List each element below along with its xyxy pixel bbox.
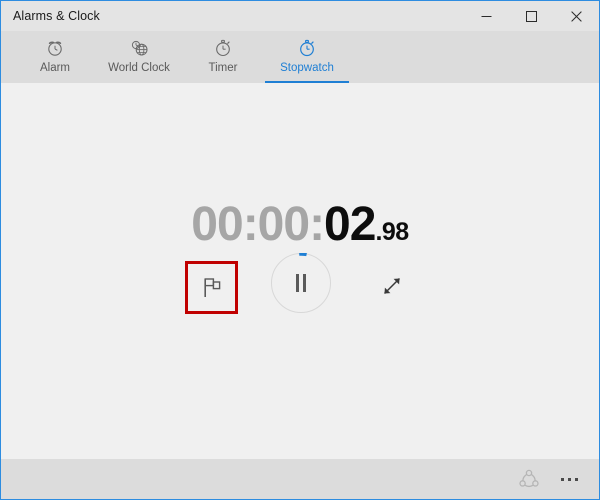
lap-button[interactable] — [185, 261, 238, 314]
tab-world-clock-label: World Clock — [108, 62, 170, 74]
tab-timer-label: Timer — [208, 62, 238, 74]
stopwatch-seconds: 02 — [324, 198, 376, 251]
window-controls — [464, 1, 599, 31]
stopwatch-hours-minutes: 00:00: — [191, 198, 325, 251]
expand-arrow-icon — [383, 277, 401, 295]
expand-button[interactable] — [375, 269, 409, 303]
tab-alarm-label: Alarm — [39, 62, 71, 74]
stopwatch-controls — [1, 253, 599, 329]
share-icon — [519, 469, 539, 487]
share-button[interactable] — [509, 463, 549, 495]
stopwatch-time-display: 00:00:02.98 — [1, 201, 599, 249]
alarm-clock-icon — [45, 37, 65, 59]
stopwatch-panel: 00:00:02.98 — [1, 83, 599, 459]
close-button[interactable] — [554, 1, 599, 31]
window-title: Alarms & Clock — [13, 9, 100, 23]
stopwatch-fraction: .98 — [375, 218, 409, 246]
tab-alarm[interactable]: Alarm — [19, 31, 91, 83]
more-options-button[interactable] — [549, 463, 589, 495]
tab-stopwatch-label: Stopwatch — [280, 62, 334, 74]
pause-button[interactable] — [271, 253, 331, 313]
stopwatch-icon — [297, 37, 317, 59]
tab-timer[interactable]: Timer — [187, 31, 259, 83]
maximize-icon — [526, 10, 537, 22]
timer-icon — [213, 37, 233, 59]
flag-icon — [203, 277, 220, 297]
pause-icon — [296, 274, 306, 292]
minimize-icon — [481, 15, 492, 17]
alarms-and-clock-window: Alarms & Clock Alarm World Clock Timer S… — [0, 0, 600, 500]
close-icon — [571, 10, 582, 22]
tab-bar: Alarm World Clock Timer Stopwatch — [1, 31, 599, 83]
title-bar: Alarms & Clock — [1, 1, 599, 31]
ellipsis-icon — [560, 477, 578, 481]
bottom-command-bar — [1, 459, 599, 499]
minimize-button[interactable] — [464, 1, 509, 31]
tab-stopwatch[interactable]: Stopwatch — [259, 31, 355, 83]
maximize-button[interactable] — [509, 1, 554, 31]
globe-clock-icon — [128, 37, 150, 59]
tab-world-clock[interactable]: World Clock — [91, 31, 187, 83]
